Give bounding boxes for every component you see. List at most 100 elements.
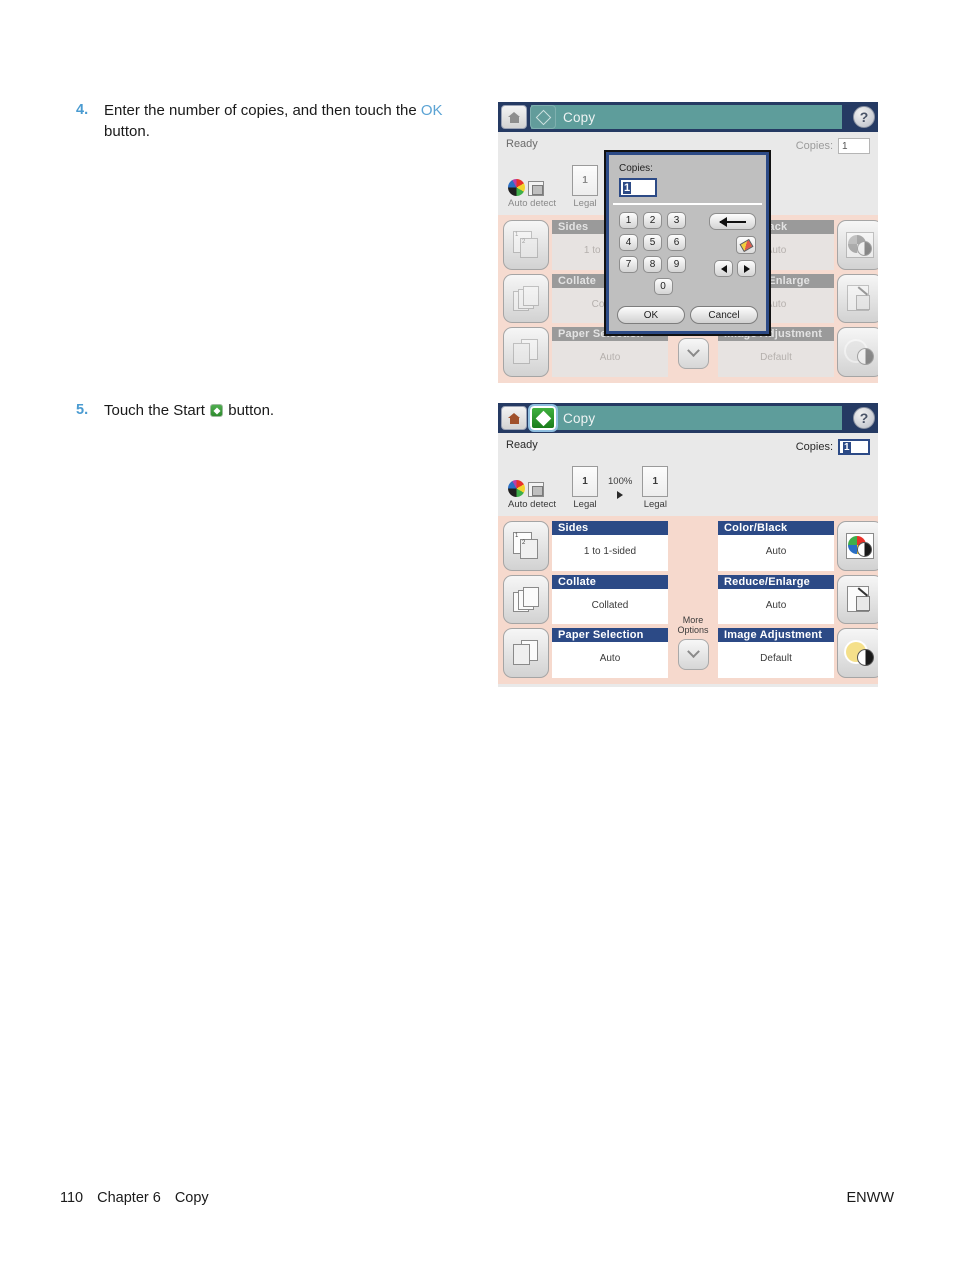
key-3[interactable]: 3	[667, 212, 686, 229]
help-icon[interactable]: ?	[853, 106, 875, 128]
home-button[interactable]	[501, 105, 527, 129]
scanner-icon	[528, 181, 544, 196]
copy-screen-with-keypad: Copy ? Ready Copies: 1 Auto detect 1 Leg…	[498, 102, 878, 383]
help-icon[interactable]: ?	[853, 407, 875, 429]
keypad-input-value: 1	[623, 181, 632, 194]
step-4-keyword: OK	[420, 102, 443, 119]
start-button[interactable]	[530, 105, 556, 129]
chevron-down-icon	[686, 645, 700, 659]
footer-left: 110 Chapter 6 Copy	[60, 1190, 223, 1206]
more-options-button[interactable]	[677, 338, 709, 369]
option-paper-selection-label: Paper Selection	[552, 628, 668, 643]
sides-icon: 12	[503, 220, 549, 270]
option-image-adjustment[interactable]: Image Adjustment Default	[718, 628, 878, 679]
device1-topbar: Copy ?	[498, 102, 878, 132]
key-7[interactable]: 7	[619, 256, 638, 273]
color-wheel-icon	[508, 179, 525, 196]
key-9[interactable]: 9	[667, 256, 686, 273]
option-collate[interactable]: Collate Collated	[503, 574, 668, 625]
device2-zoom-percent: 100%	[608, 476, 633, 487]
keypad-input[interactable]: 1	[619, 178, 657, 197]
cursor-right-button[interactable]	[737, 260, 756, 277]
device2-title: Copy	[563, 410, 596, 426]
color-black-icon	[837, 521, 878, 571]
home-icon	[507, 111, 521, 123]
step-4: 4. Enter the number of copies, and then …	[76, 100, 449, 142]
option-color-black[interactable]: Color/Black Auto	[718, 521, 878, 571]
device2-more-options[interactable]: More Options	[668, 521, 718, 678]
footer-right: ENWW	[846, 1190, 894, 1206]
step-5-text-before: Touch the Start	[104, 402, 210, 419]
device1-source-page-num: 1	[572, 165, 598, 196]
device2-copies-label: Copies:	[795, 441, 833, 453]
cancel-button[interactable]: Cancel	[690, 306, 758, 324]
device2-auto-detect-label: Auto detect	[508, 499, 557, 510]
paper-selection-icon	[503, 327, 549, 378]
key-4[interactable]: 4	[619, 234, 638, 251]
device2-dest-page-num: 1	[642, 466, 669, 497]
key-0[interactable]: 0	[653, 278, 673, 295]
device1-auto-detect-label: Auto detect	[508, 198, 557, 209]
chevron-down-icon	[686, 344, 700, 358]
device2-copies-group: Copies: 1	[796, 439, 870, 455]
option-paper-selection[interactable]: Paper Selection Auto	[503, 628, 668, 679]
collate-icon	[503, 273, 549, 324]
caret-right-icon	[743, 264, 750, 273]
device1-copies-label: Copies:	[795, 140, 833, 152]
keypad-input-area: Copies: 1	[613, 159, 762, 205]
option-reduce-enlarge-value: Auto	[765, 599, 787, 611]
footer-page-number: 110	[60, 1190, 84, 1206]
clear-button[interactable]	[736, 236, 756, 254]
device1-source-size: Legal	[573, 198, 597, 209]
start-icon	[535, 109, 551, 125]
footer-chapter: Chapter 6	[97, 1190, 161, 1206]
home-button[interactable]	[501, 406, 527, 430]
device2-status-text: Ready	[506, 439, 538, 451]
device1-copies-field[interactable]: 1	[838, 138, 870, 154]
option-paper-selection-value: Auto	[599, 653, 621, 665]
device1-status-text: Ready	[506, 138, 538, 150]
arrow-right-icon	[617, 491, 624, 499]
option-color-black-value: Auto	[765, 545, 787, 557]
option-image-adjustment-label: Image Adjustment	[718, 628, 834, 643]
option-reduce-enlarge-label: Reduce/Enlarge	[718, 574, 834, 589]
scanner-icon	[528, 482, 544, 497]
option-image-adjustment-value: Default	[760, 352, 792, 364]
start-button[interactable]	[528, 404, 558, 432]
key-2[interactable]: 2	[643, 212, 662, 229]
device2-topbar: Copy ?	[498, 403, 878, 433]
option-image-adjustment[interactable]: Image Adjustment Default	[718, 327, 878, 378]
cursor-left-button[interactable]	[714, 260, 733, 277]
reduce-enlarge-icon	[837, 273, 878, 324]
home-icon	[507, 412, 521, 424]
key-6[interactable]: 6	[667, 234, 686, 251]
ok-button[interactable]: OK	[617, 306, 685, 324]
key-8[interactable]: 8	[643, 256, 662, 273]
device1-title: Copy	[563, 109, 596, 125]
paper-selection-icon	[503, 628, 549, 679]
device2-status-area: Ready Copies: 1 Auto detect 1 Legal 100%…	[498, 433, 878, 516]
key-5[interactable]: 5	[643, 234, 662, 251]
device1-auto-detect: Auto detect	[508, 174, 572, 209]
step-5: 5. Touch the Start button.	[76, 400, 274, 421]
option-sides-value: 1 to 1-sided	[583, 545, 637, 557]
keypad-label: Copies:	[619, 163, 653, 174]
footer-section: Copy	[174, 1190, 209, 1206]
backspace-button[interactable]	[709, 213, 756, 230]
option-collate-label: Collate	[552, 574, 668, 589]
copies-keypad-dialog: Copies: 1 1 2 3 4 5 6 7 8 9 0 OK Cancel	[604, 150, 771, 336]
option-reduce-enlarge[interactable]: Reduce/Enlarge Auto	[718, 574, 878, 625]
device1-copies-group: Copies: 1	[796, 138, 870, 154]
more-options-button[interactable]	[677, 639, 709, 670]
start-icon	[210, 404, 224, 417]
device2-auto-detect: Auto detect	[508, 475, 572, 510]
key-1[interactable]: 1	[619, 212, 638, 229]
step-4-text-after: button.	[104, 123, 150, 140]
device2-copies-value: 1	[843, 441, 851, 453]
option-sides-label: Sides	[552, 521, 668, 535]
option-sides[interactable]: 12 Sides 1 to 1-sided	[503, 521, 668, 571]
start-icon	[535, 410, 551, 426]
option-paper-selection[interactable]: Paper Selection Auto	[503, 327, 668, 378]
step-5-text: Touch the Start button.	[104, 400, 274, 421]
device2-copies-field[interactable]: 1	[838, 439, 870, 455]
